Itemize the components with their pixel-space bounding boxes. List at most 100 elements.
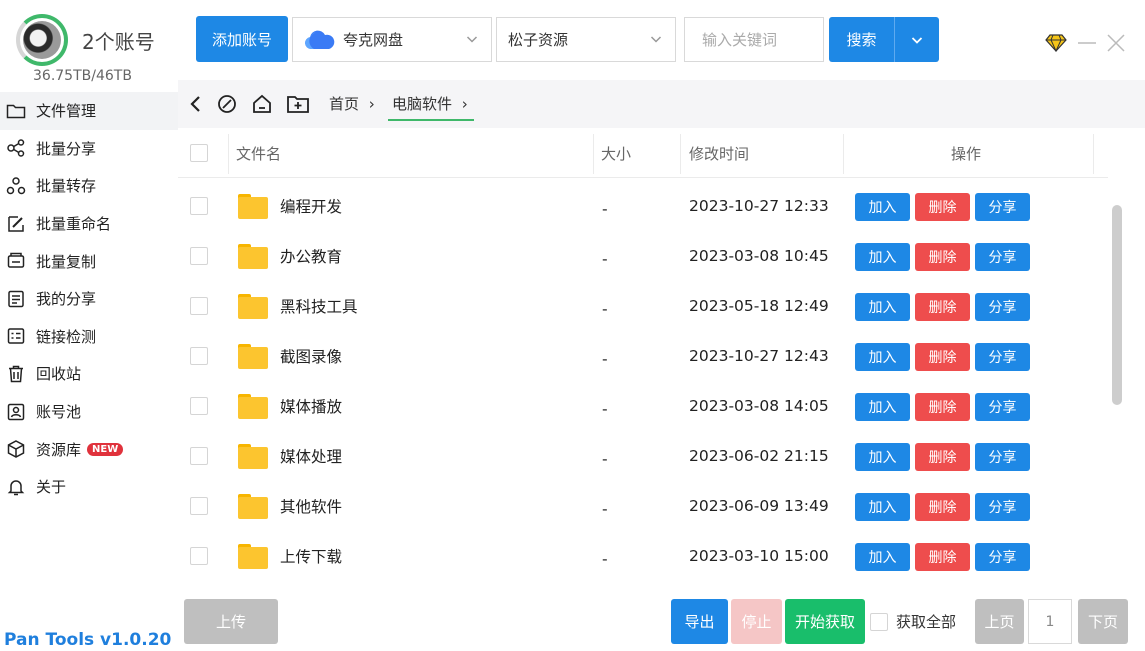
file-name[interactable]: 媒体播放 (280, 381, 342, 431)
table-row[interactable]: 媒体播放 - 2023-03-08 14:05 加入 删除 分享 (178, 381, 1108, 431)
sidebar-item-my-share[interactable]: 我的分享 (0, 280, 178, 318)
select-all-checkbox[interactable] (190, 128, 208, 178)
account-header[interactable]: 2个账号 (16, 14, 155, 66)
file-modified: 2023-10-27 12:43 (689, 347, 829, 365)
add-button[interactable]: 加入 (855, 193, 910, 221)
file-name[interactable]: 办公教育 (280, 231, 342, 281)
share-button[interactable]: 分享 (975, 343, 1030, 371)
add-button[interactable]: 加入 (855, 293, 910, 321)
add-button[interactable]: 加入 (855, 393, 910, 421)
table-row[interactable]: 其他软件 - 2023-06-09 13:49 加入 删除 分享 (178, 481, 1108, 531)
sidebar-item-batch-rename[interactable]: 批量重命名 (0, 205, 178, 243)
sidebar-item-link-check[interactable]: 链接检测 (0, 318, 178, 356)
stop-button[interactable]: 停止 (731, 599, 782, 644)
search-input[interactable] (684, 17, 824, 62)
file-name[interactable]: 编程开发 (280, 181, 342, 231)
avatar[interactable] (16, 14, 68, 66)
start-fetch-button[interactable]: 开始获取 (785, 599, 865, 644)
share-button[interactable]: 分享 (975, 243, 1030, 271)
source-select[interactable]: 松子资源 (496, 17, 676, 62)
add-button[interactable]: 加入 (855, 543, 910, 571)
row-checkbox[interactable] (190, 231, 208, 281)
breadcrumb-current[interactable]: 电脑软件 › (388, 93, 474, 121)
search-button-group[interactable]: 搜索 (829, 17, 939, 62)
sidebar-item-batch-share[interactable]: 批量分享 (0, 130, 178, 168)
share-button[interactable]: 分享 (975, 193, 1030, 221)
delete-button[interactable]: 删除 (915, 543, 970, 571)
table-row[interactable]: 上传下载 - 2023-03-10 15:00 加入 删除 分享 (178, 531, 1108, 581)
delete-button[interactable]: 删除 (915, 393, 970, 421)
add-button[interactable]: 加入 (855, 443, 910, 471)
table-row[interactable]: 截图录像 - 2023-10-27 12:43 加入 删除 分享 (178, 331, 1108, 381)
diamond-icon[interactable] (1045, 33, 1067, 53)
row-checkbox[interactable] (190, 531, 208, 581)
row-checkbox[interactable] (190, 381, 208, 431)
prev-page-button[interactable]: 上页 (975, 599, 1024, 644)
file-name[interactable]: 截图录像 (280, 331, 342, 381)
app-version: Pan Tools v1.0.20 (4, 630, 172, 650)
new-folder-icon[interactable] (286, 92, 310, 116)
table-row[interactable]: 办公教育 - 2023-03-08 10:45 加入 删除 分享 (178, 231, 1108, 281)
drive-select[interactable]: 夸克网盘 (292, 17, 492, 62)
row-checkbox[interactable] (190, 331, 208, 381)
quark-cloud-icon (303, 29, 335, 51)
table-row[interactable]: 媒体处理 - 2023-06-02 21:15 加入 删除 分享 (178, 431, 1108, 481)
file-modified: 2023-06-09 13:49 (689, 497, 829, 515)
refresh-icon[interactable] (215, 92, 239, 116)
close-icon[interactable] (1105, 32, 1127, 54)
delete-button[interactable]: 删除 (915, 493, 970, 521)
sidebar-item-about[interactable]: 关于 (0, 468, 178, 506)
folder-icon (238, 481, 268, 531)
header-filename[interactable]: 文件名 (236, 128, 281, 178)
my-share-icon (5, 288, 27, 310)
file-name[interactable]: 黑科技工具 (280, 281, 358, 331)
sidebar-item-file-manager[interactable]: 文件管理 (0, 92, 178, 130)
home-icon[interactable] (250, 92, 274, 116)
file-name[interactable]: 上传下载 (280, 531, 342, 581)
next-page-button[interactable]: 下页 (1078, 599, 1128, 644)
fetch-all-checkbox[interactable] (870, 613, 888, 631)
new-badge: NEW (87, 442, 124, 456)
sidebar-item-batch-copy[interactable]: 批量复制 (0, 242, 178, 280)
delete-button[interactable]: 删除 (915, 443, 970, 471)
minimize-icon[interactable] (1076, 34, 1098, 52)
search-dropdown-toggle[interactable] (895, 17, 939, 62)
delete-button[interactable]: 删除 (915, 193, 970, 221)
add-button[interactable]: 加入 (855, 343, 910, 371)
delete-button[interactable]: 删除 (915, 243, 970, 271)
share-button[interactable]: 分享 (975, 493, 1030, 521)
upload-button[interactable]: 上传 (184, 599, 278, 644)
row-checkbox[interactable] (190, 281, 208, 331)
header-modified[interactable]: 修改时间 (689, 128, 749, 178)
file-name[interactable]: 其他软件 (280, 481, 342, 531)
share-button[interactable]: 分享 (975, 293, 1030, 321)
file-size: - (602, 450, 608, 468)
delete-button[interactable]: 删除 (915, 293, 970, 321)
file-name[interactable]: 媒体处理 (280, 431, 342, 481)
sidebar-item-account-pool[interactable]: 账号池 (0, 393, 178, 431)
add-button[interactable]: 加入 (855, 493, 910, 521)
share-button[interactable]: 分享 (975, 393, 1030, 421)
page-number-input[interactable]: 1 (1028, 599, 1072, 644)
delete-button[interactable]: 删除 (915, 343, 970, 371)
export-button[interactable]: 导出 (671, 599, 728, 644)
row-checkbox[interactable] (190, 181, 208, 231)
chevron-down-icon (465, 32, 479, 50)
add-button[interactable]: 加入 (855, 243, 910, 271)
sidebar-item-resource-library[interactable]: 资源库 NEW (0, 430, 178, 468)
back-icon[interactable] (184, 92, 208, 116)
search-button[interactable]: 搜索 (829, 17, 895, 62)
share-button[interactable]: 分享 (975, 443, 1030, 471)
trash-icon (5, 363, 27, 385)
table-row[interactable]: 编程开发 - 2023-10-27 12:33 加入 删除 分享 (178, 181, 1108, 231)
breadcrumb-home[interactable]: 首页 › (329, 93, 375, 114)
sidebar-item-trash[interactable]: 回收站 (0, 355, 178, 393)
scrollbar-thumb[interactable] (1112, 205, 1122, 405)
sidebar-item-batch-transfer[interactable]: 批量转存 (0, 167, 178, 205)
add-account-button[interactable]: 添加账号 (196, 16, 288, 62)
row-checkbox[interactable] (190, 431, 208, 481)
share-button[interactable]: 分享 (975, 543, 1030, 571)
header-size[interactable]: 大小 (601, 128, 631, 178)
table-row[interactable]: 黑科技工具 - 2023-05-18 12:49 加入 删除 分享 (178, 281, 1108, 331)
row-checkbox[interactable] (190, 481, 208, 531)
